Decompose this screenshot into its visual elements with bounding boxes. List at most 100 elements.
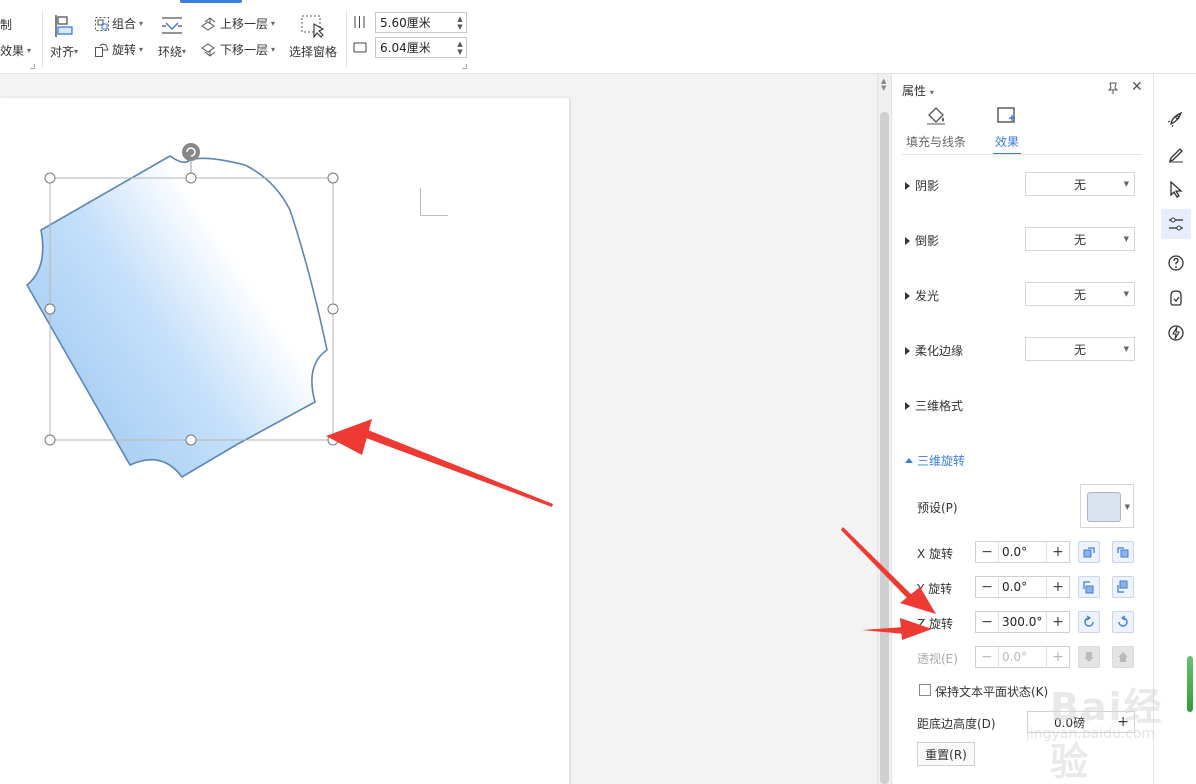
reflection-dropdown[interactable]: 无 ▼ — [1025, 227, 1135, 251]
shape-width-input[interactable]: 6.04厘米 ▲ ▼ — [375, 37, 467, 58]
section-soft-edges[interactable]: 柔化边缘 — [905, 342, 963, 359]
resize-handle-left[interactable] — [44, 303, 56, 315]
perspective-narrow-button — [1078, 646, 1100, 668]
cursor-icon[interactable] — [1161, 174, 1191, 204]
resize-handle-right[interactable] — [327, 303, 339, 315]
vertical-scrollbar[interactable]: ▲ ▼ — [877, 74, 891, 784]
x-rotation-stepper[interactable]: − 0.0° + — [975, 541, 1070, 563]
pin-icon[interactable] — [1106, 81, 1120, 95]
divider — [346, 10, 347, 68]
resize-handle-bottom[interactable] — [185, 434, 197, 446]
z-rotate-cw-button[interactable] — [1112, 611, 1134, 633]
chevron-down-icon: ▾ — [139, 19, 144, 28]
x-rotate-right-button[interactable] — [1112, 541, 1134, 563]
divider — [42, 10, 43, 68]
backup-icon[interactable] — [1161, 283, 1191, 313]
rotation-handle[interactable] — [182, 143, 200, 161]
properties-sliders-icon[interactable] — [1161, 209, 1191, 239]
increment-icon[interactable]: + — [1047, 542, 1069, 562]
stepper-arrows-icon[interactable]: ▲ ▼ — [454, 38, 466, 57]
reset-label: 重置(R) — [925, 747, 967, 762]
ribbon-toolbar: 制 效果 ▾ 对齐 ▾ 组合 ▾ 旋转 ▾ 环绕 ▾ 上移一层 ▾ 下移一层 ▾… — [0, 0, 1196, 74]
resize-handle-top-left[interactable] — [44, 172, 56, 184]
rotate-button[interactable]: 旋转 ▾ — [94, 41, 143, 58]
shape-height-input[interactable]: 5.60厘米 ▲ ▼ — [375, 12, 467, 33]
decrement-icon[interactable]: − — [976, 612, 998, 632]
section-reflection[interactable]: 倒影 — [905, 232, 939, 249]
distance-label: 距底边高度(D) — [917, 717, 996, 731]
tab-effects[interactable]: 效果 — [993, 106, 1021, 155]
scrollbar-thumb[interactable] — [880, 112, 889, 784]
selected-shape-area[interactable] — [0, 74, 569, 784]
bring-forward-label: 上移一层 — [220, 17, 269, 31]
wrap-text-icon — [162, 17, 183, 34]
perspective-value: 0.0° — [998, 647, 1047, 667]
align-button[interactable]: 对齐 ▾ — [50, 14, 78, 60]
wrap-button[interactable]: 环绕 ▾ — [158, 16, 186, 60]
y-rotate-down-button[interactable] — [1112, 576, 1134, 598]
copy-label: 制 — [0, 18, 13, 32]
preset-dropdown[interactable]: ▼ — [1080, 484, 1134, 528]
copy-button[interactable]: 制 — [0, 16, 12, 33]
rotate-right-icon — [1117, 547, 1129, 558]
selection-pane-icon — [301, 15, 325, 38]
soft-edges-dropdown[interactable]: 无 ▼ — [1025, 337, 1135, 361]
z-rotate-ccw-button[interactable] — [1078, 611, 1100, 633]
x-rotate-left-button[interactable] — [1078, 541, 1100, 563]
close-icon[interactable]: ✕ — [1131, 79, 1143, 95]
perspective-stepper: − 0.0° + — [975, 646, 1070, 668]
section-3d-rotation[interactable]: 三维旋转 — [905, 452, 965, 469]
resize-handle-top-right[interactable] — [327, 172, 339, 184]
resize-handle-bottom-left[interactable] — [44, 434, 56, 446]
increment-icon[interactable]: + — [1047, 577, 1069, 597]
effect-button[interactable]: 效果 ▾ — [0, 42, 31, 59]
divider — [902, 154, 1142, 155]
tab-fill-and-line[interactable]: 填充与线条 — [906, 106, 966, 150]
dropdown-value: 无 — [1073, 342, 1086, 357]
dropdown-value: 无 — [1073, 177, 1086, 192]
y-rotation-stepper[interactable]: − 0.0° + — [975, 576, 1070, 598]
section-3d-format[interactable]: 三维格式 — [905, 397, 963, 414]
expand-arrow-icon — [905, 236, 910, 245]
z-rotation-value[interactable]: 300.0° — [998, 612, 1047, 632]
section-label: 三维旋转 — [917, 454, 966, 468]
group-expand-icon[interactable] — [462, 64, 467, 69]
bring-forward-button[interactable]: 上移一层 ▾ — [200, 15, 275, 32]
increment-icon[interactable]: + — [1047, 612, 1069, 632]
section-glow[interactable]: 发光 — [905, 287, 939, 304]
shadow-dropdown[interactable]: 无 ▼ — [1025, 172, 1135, 196]
rotate-ccw-icon — [1084, 615, 1094, 627]
keep-text-flat-checkbox[interactable] — [919, 684, 931, 696]
reset-button[interactable]: 重置(R) — [917, 742, 975, 766]
glow-dropdown[interactable]: 无 ▼ — [1025, 282, 1135, 306]
panel-title-dropdown[interactable]: 属性 ▾ — [902, 82, 934, 99]
help-icon[interactable] — [1161, 248, 1191, 278]
selection-pane-button[interactable]: 选择窗格 — [289, 14, 337, 60]
rotate-up-icon — [1083, 581, 1094, 594]
tab-label: 效果 — [994, 135, 1019, 149]
chevron-down-icon: ▼ — [1123, 290, 1129, 298]
pen-icon[interactable] — [1161, 139, 1191, 169]
chevron-down-icon: ▼ — [1123, 235, 1129, 243]
chevron-down-icon: ▼ — [1124, 503, 1130, 511]
chevron-down-icon: ▾ — [929, 88, 934, 97]
x-rotation-value[interactable]: 0.0° — [998, 542, 1047, 562]
rotated-shape[interactable] — [25, 155, 328, 479]
section-shadow[interactable]: 阴影 — [905, 177, 939, 194]
y-rotation-value[interactable]: 0.0° — [998, 577, 1047, 597]
section-label: 柔化边缘 — [915, 344, 964, 358]
rocket-icon[interactable] — [1161, 104, 1191, 134]
resize-handle-bottom-right[interactable] — [327, 434, 339, 446]
stepper-arrows-icon[interactable]: ▲ ▼ — [454, 13, 466, 32]
decrement-icon[interactable]: − — [976, 542, 998, 562]
resize-handle-top[interactable] — [185, 172, 197, 184]
z-rotation-stepper[interactable]: − 300.0° + — [975, 611, 1070, 633]
lightning-icon[interactable] — [1161, 318, 1191, 348]
group-expand-icon[interactable] — [30, 64, 35, 69]
decrement-icon[interactable]: − — [976, 577, 998, 597]
group-button[interactable]: 组合 ▾ — [94, 15, 143, 32]
send-backward-icon — [201, 42, 216, 57]
scroll-up-icon[interactable]: ▲ ▼ — [881, 78, 886, 92]
y-rotate-up-button[interactable] — [1078, 576, 1100, 598]
send-backward-button[interactable]: 下移一层 ▾ — [200, 41, 275, 58]
